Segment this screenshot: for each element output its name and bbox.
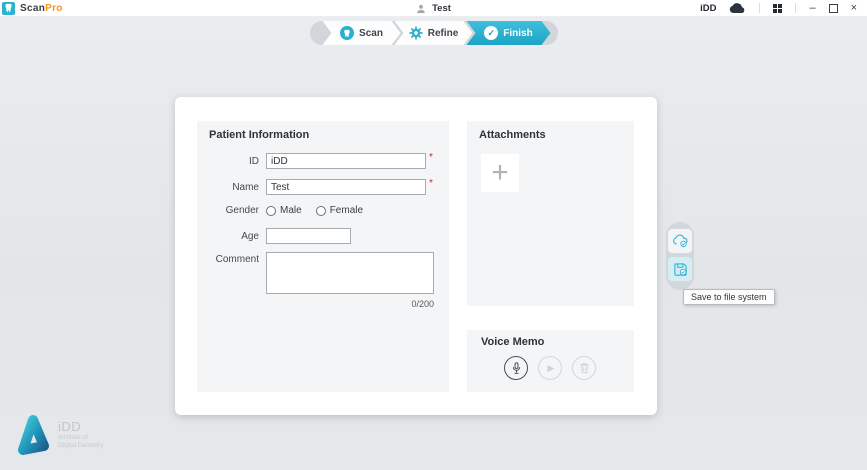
save-to-file-button[interactable]: [668, 257, 692, 281]
user-icon: [416, 4, 426, 14]
id-input[interactable]: [266, 153, 426, 169]
footer-logo: iDD Institute of Digital Dentistry: [16, 413, 104, 459]
patient-card: Patient Information ID * Name * Gender M…: [175, 97, 657, 415]
workflow-stepper: Scan Refine ✓ Finish: [310, 21, 558, 45]
save-to-cloud-button[interactable]: [668, 229, 692, 253]
check-circle-icon: ✓: [484, 26, 498, 40]
attachments-title: Attachments: [479, 129, 546, 141]
patient-information-panel: Patient Information ID * Name * Gender M…: [197, 121, 449, 392]
delete-voice-button[interactable]: [572, 356, 596, 380]
microphone-icon: [511, 362, 522, 375]
save-file-icon: [673, 262, 688, 277]
trash-icon: [579, 362, 590, 374]
tooth-icon: [343, 29, 351, 38]
tab-scan-label: Scan: [359, 28, 383, 39]
name-input[interactable]: [266, 179, 426, 195]
tab-finish-label: Finish: [503, 28, 532, 39]
attachments-panel: Attachments +: [467, 121, 634, 306]
titlebar-brand: iDD: [700, 3, 716, 14]
tab-refine[interactable]: Refine: [395, 21, 473, 45]
age-row: Age: [197, 228, 351, 244]
id-row: ID *: [197, 153, 433, 169]
gender-label: Gender: [197, 205, 259, 216]
restore-button[interactable]: [829, 4, 838, 13]
comment-char-counter: 0/200: [266, 299, 434, 309]
name-label: Name: [197, 182, 259, 193]
gender-male-radio[interactable]: [266, 206, 276, 216]
gender-row: Gender Male Female: [197, 205, 363, 216]
gear-icon: [409, 26, 423, 40]
save-toolbar: [666, 222, 694, 290]
tab-finish[interactable]: ✓ Finish: [467, 21, 551, 45]
divider: [759, 3, 760, 13]
idd-logo-icon: [16, 413, 50, 459]
main-area: Scan Refine ✓ Finish: [0, 17, 867, 470]
add-attachment-button[interactable]: +: [481, 154, 519, 192]
footer-brand: iDD: [58, 419, 104, 434]
cloud-icon[interactable]: [729, 3, 746, 14]
tab-refine-label: Refine: [428, 28, 459, 39]
tab-scan[interactable]: Scan: [323, 21, 401, 45]
footer-text: iDD Institute of Digital Dentistry: [58, 419, 104, 450]
divider: [795, 3, 796, 13]
titlebar: ScanPro Test iDD – ×: [0, 0, 867, 17]
play-icon: ▶: [548, 363, 555, 374]
footer-line1: Institute of: [58, 434, 104, 442]
patient-information-title: Patient Information: [209, 129, 309, 141]
scan-step-icon: [340, 26, 354, 40]
minimize-button[interactable]: –: [809, 0, 815, 17]
comment-label: Comment: [197, 254, 259, 265]
record-voice-button[interactable]: [504, 356, 528, 380]
gender-female-label: Female: [330, 205, 363, 216]
titlebar-username: Test: [432, 3, 451, 14]
voice-memo-title: Voice Memo: [481, 336, 544, 348]
apps-grid-icon[interactable]: [773, 4, 782, 13]
titlebar-controls: iDD – ×: [700, 0, 867, 17]
id-label: ID: [197, 156, 259, 167]
save-tooltip: Save to file system: [683, 289, 775, 305]
play-voice-button[interactable]: ▶: [538, 356, 562, 380]
gender-female-radio[interactable]: [316, 206, 326, 216]
comment-textarea[interactable]: [266, 252, 434, 294]
close-button[interactable]: ×: [851, 0, 857, 17]
cloud-upload-icon: [672, 234, 689, 248]
footer-line2: Digital Dentistry: [58, 442, 104, 450]
voice-memo-panel: Voice Memo ▶: [467, 330, 634, 392]
id-required-mark: *: [429, 153, 433, 163]
name-row: Name *: [197, 179, 433, 195]
plus-icon: +: [491, 158, 509, 188]
name-required-mark: *: [429, 179, 433, 189]
gender-male-label: Male: [280, 205, 302, 216]
age-input[interactable]: [266, 228, 351, 244]
age-label: Age: [197, 231, 259, 242]
comment-row: Comment: [197, 252, 434, 294]
